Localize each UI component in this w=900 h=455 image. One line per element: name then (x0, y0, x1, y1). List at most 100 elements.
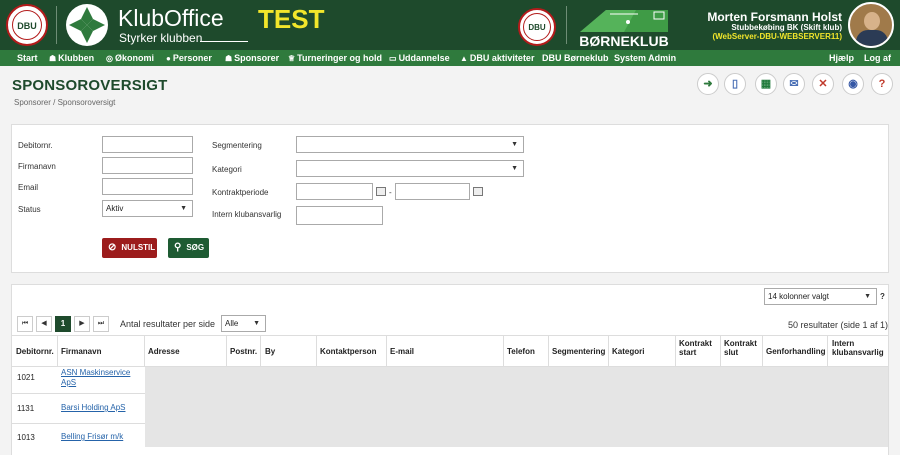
cell-debitor: 1013 (17, 433, 35, 442)
page-number-button[interactable]: 1 (55, 316, 71, 332)
nav-item-okonomi[interactable]: ◎ Økonomi (106, 50, 154, 66)
nav-item-start[interactable]: Start (17, 50, 38, 66)
nav-item-label: Økonomi (114, 53, 154, 63)
col-header-kontrakt-start[interactable]: Kontrakt start (679, 339, 719, 357)
columns-help-icon[interactable]: ? (880, 292, 885, 301)
nav-item-klubben[interactable]: ☗ Klubben (49, 50, 94, 66)
col-divider (827, 336, 828, 367)
dbu-logo-secondary: DBU (518, 8, 556, 46)
per-page-select[interactable]: Alle ▼ (221, 315, 266, 332)
nav-item-label: DBU aktiviteter (469, 53, 535, 63)
first-page-button[interactable]: ⏮ (17, 316, 33, 332)
document-button[interactable]: ▯ (724, 73, 746, 95)
back-button[interactable]: ➜ (697, 73, 719, 95)
dbu-logo-text: DBU (12, 10, 42, 40)
row-divider (12, 423, 145, 424)
col-header-segmentering[interactable]: Segmentering (552, 347, 605, 356)
dbu-logo[interactable]: DBU (6, 4, 48, 46)
kategori-select[interactable]: ▼ (296, 160, 524, 177)
firma-input[interactable] (102, 157, 193, 174)
last-page-button[interactable]: ⏭ (93, 316, 109, 332)
chevron-down-icon: ▼ (511, 141, 518, 148)
col-header-kontrakt-slut[interactable]: Kontrakt slut (724, 339, 760, 357)
person-icon: ● (166, 54, 171, 63)
firma-link[interactable]: Barsi Holding ApS (61, 403, 125, 413)
firma-link[interactable]: ASN Maskinservice ApS (61, 368, 141, 388)
kontrakt-end-input[interactable] (395, 183, 470, 200)
firma-link[interactable]: Belling Frisør m/k (61, 432, 123, 442)
prev-page-button[interactable]: ◀ (36, 316, 52, 332)
firma-label: Firmanavn (18, 162, 56, 171)
nav-item-help[interactable]: Hjælp (829, 50, 854, 66)
back-icon: ➜ (703, 78, 713, 90)
nav-item-dbu-borneklub[interactable]: DBU Børneklub (542, 50, 609, 66)
close-icon: ✕ (818, 78, 828, 90)
search-button[interactable]: ⚲ SØG (168, 238, 209, 258)
excel-icon: ▦ (760, 78, 772, 90)
nav-item-turneringer[interactable]: ♕ Turneringer og hold (288, 50, 382, 66)
kluboffice-logo-icon (66, 4, 108, 46)
nav-item-logout[interactable]: Log af (864, 50, 891, 66)
cell-debitor: 1131 (17, 404, 35, 413)
top-header: DBU KlubOffice Styrker klubben TEST DBU … (0, 0, 900, 50)
col-header-email[interactable]: E-mail (390, 347, 414, 356)
col-header-firmanavn[interactable]: Firmanavn (61, 347, 101, 356)
col-header-kontaktperson[interactable]: Kontaktperson (320, 347, 376, 356)
row-divider (12, 393, 145, 394)
intern-input[interactable] (296, 206, 383, 225)
chevron-down-icon: ▼ (511, 165, 518, 172)
avatar[interactable] (848, 2, 894, 48)
kontrakt-start-input[interactable] (296, 183, 373, 200)
col-header-debitor[interactable]: Debitornr. (16, 347, 54, 356)
user-club-switch[interactable]: Stubbekøbing BK (Skift klub) (731, 23, 842, 32)
col-divider (57, 336, 58, 367)
group-icon: ☗ (49, 54, 57, 63)
excel-button[interactable]: ▦ (755, 73, 777, 95)
status-label: Status (18, 205, 41, 214)
breadcrumb[interactable]: Sponsorer / Sponsoroversigt (14, 98, 115, 107)
nav-item-sponsorer[interactable]: ☗ Sponsorer (225, 50, 279, 66)
help-button[interactable]: ? (871, 73, 893, 95)
nav-item-uddannelse[interactable]: ▭ Uddannelse (389, 50, 450, 66)
nav-item-personer[interactable]: ● Personer (166, 50, 212, 66)
close-button[interactable]: ✕ (812, 73, 834, 95)
status-select[interactable]: Aktiv ▼ (102, 200, 193, 217)
reset-button[interactable]: ⊘ NULSTIL (102, 238, 157, 258)
result-summary: 50 resultater (side 1 af 1) (788, 320, 889, 330)
col-header-telefon[interactable]: Telefon (507, 347, 535, 356)
col-header-intern[interactable]: Intern klubansvarlig (832, 339, 888, 357)
columns-select[interactable]: 14 kolonner valgt ▼ (764, 288, 877, 305)
redacted-columns (145, 367, 888, 447)
nav-item-label: Personer (172, 53, 212, 63)
kontrakt-label: Kontraktperiode (212, 188, 269, 197)
email-input[interactable] (102, 178, 193, 195)
calendar-icon[interactable] (376, 187, 386, 196)
debitor-label: Debitornr. (18, 141, 53, 150)
reset-label: NULSTIL (121, 243, 156, 252)
col-divider (675, 336, 676, 367)
col-divider (226, 336, 227, 367)
next-page-button[interactable]: ▶ (74, 316, 90, 332)
debitor-input[interactable] (102, 136, 193, 153)
col-header-by[interactable]: By (265, 347, 275, 356)
col-header-genforhandling[interactable]: Genforhandling (766, 347, 826, 356)
info-icon: ◉ (848, 78, 858, 90)
col-header-kategori[interactable]: Kategori (612, 347, 644, 356)
chevron-down-icon: ▼ (864, 293, 871, 300)
ban-icon: ⊘ (108, 242, 117, 253)
search-icon: ⚲ (174, 242, 182, 253)
document-icon: ▯ (731, 78, 739, 90)
col-header-adresse[interactable]: Adresse (148, 347, 180, 356)
columns-value: 14 kolonner valgt (768, 292, 829, 301)
mail-button[interactable]: ✉ (783, 73, 805, 95)
nav-item-label: Start (17, 53, 38, 63)
segment-select[interactable]: ▼ (296, 136, 524, 153)
kategori-label: Kategori (212, 165, 242, 174)
nav-item-system-admin[interactable]: System Admin (614, 50, 676, 66)
col-header-postnr[interactable]: Postnr. (230, 347, 257, 356)
col-divider (316, 336, 317, 367)
dbu-logo-secondary-text: DBU (523, 13, 551, 41)
nav-item-dbu-aktiviteter[interactable]: ▲ DBU aktiviteter (460, 50, 534, 66)
info-button[interactable]: ◉ (842, 73, 864, 95)
calendar-icon[interactable] (473, 187, 483, 196)
